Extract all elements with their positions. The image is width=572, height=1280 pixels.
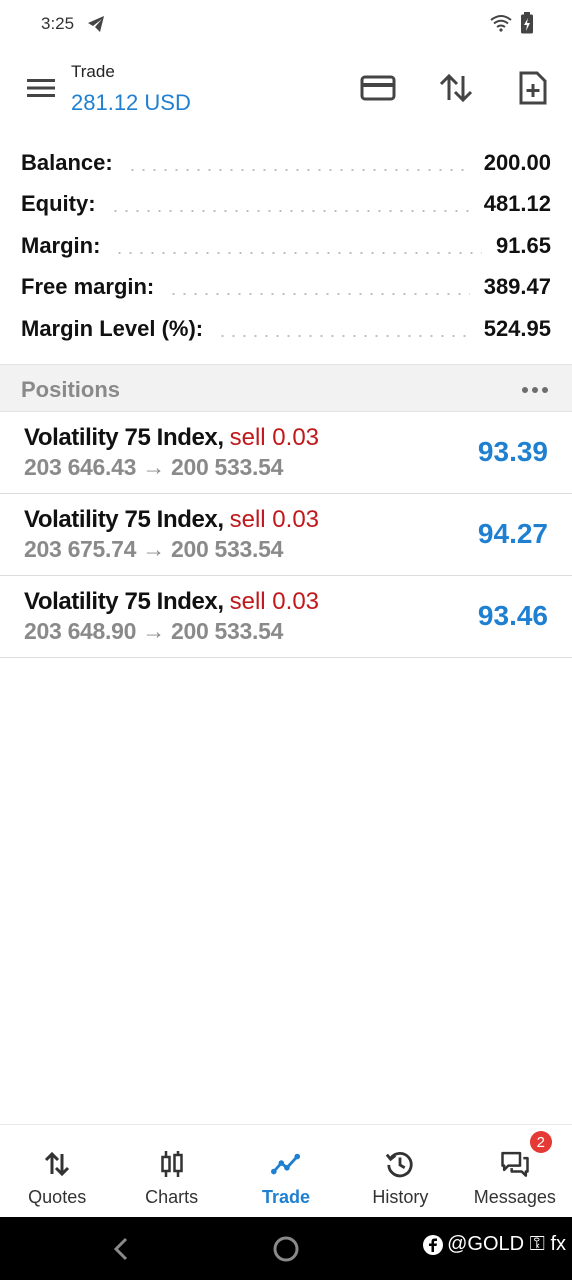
deposit-button[interactable] (358, 68, 398, 108)
header-balance: 281.12 USD (71, 90, 191, 115)
dotted-leader (114, 251, 482, 254)
app-header: Trade 281.12 USD (0, 48, 572, 136)
system-navigation-bar: @GOLD ⚿ fx (0, 1217, 572, 1280)
position-row[interactable]: Volatility 75 Index, sell 0.03 203 675.74… (0, 494, 572, 576)
positions-title: Positions (21, 377, 121, 402)
summary-row-margin-level: Margin Level (%): 524.95 (0, 308, 572, 350)
position-type: sell 0.03 (229, 506, 320, 533)
position-symbol: Volatility 75 Index, (24, 424, 224, 451)
telegram-icon (88, 16, 104, 32)
messages-badge: 2 (529, 1131, 552, 1153)
nav-item-messages[interactable]: 2 Messages (458, 1125, 572, 1217)
wifi-icon (490, 15, 512, 32)
messages-icon: 2 (500, 1131, 552, 1179)
summary-value: 91.65 (495, 232, 551, 258)
summary-label: Free margin: (21, 274, 155, 300)
account-summary: Balance: 200.00 Equity: 481.12 Margin: 9… (0, 142, 572, 350)
position-profit: 93.39 (477, 436, 548, 467)
nav-label: Messages (473, 1187, 556, 1207)
position-profit: 93.46 (477, 600, 548, 631)
home-icon[interactable] (272, 1235, 300, 1263)
card-icon (360, 75, 396, 101)
summary-label: Margin: (21, 232, 101, 258)
bottom-navigation: Quotes Charts Trade History 2 Messages (0, 1124, 572, 1217)
position-row[interactable]: Volatility 75 Index, sell 0.03 203 646.43… (0, 412, 572, 494)
position-title: Volatility 75 Index, sell 0.03 (24, 506, 319, 534)
dotted-leader (217, 334, 470, 337)
summary-label: Margin Level (%): (21, 315, 204, 341)
position-prices: 203 648.90 → 200 533.54 (24, 618, 284, 644)
summary-label: Balance: (21, 149, 113, 175)
position-row[interactable]: Volatility 75 Index, sell 0.03 203 648.90… (0, 576, 572, 658)
dotted-leader (168, 293, 470, 296)
trade-icon (271, 1149, 301, 1179)
sort-icon (439, 73, 473, 103)
position-symbol: Volatility 75 Index, (24, 506, 224, 533)
nav-label: Trade (262, 1187, 311, 1207)
summary-label: Equity: (21, 191, 96, 217)
summary-row-balance: Balance: 200.00 (0, 142, 572, 184)
nav-item-charts[interactable]: Charts (114, 1125, 228, 1217)
new-order-button[interactable] (513, 68, 553, 108)
menu-icon[interactable] (24, 74, 58, 102)
nav-item-quotes[interactable]: Quotes (0, 1125, 114, 1217)
position-profit: 94.27 (477, 518, 548, 549)
summary-row-margin: Margin: 91.65 (0, 225, 572, 267)
position-title: Volatility 75 Index, sell 0.03 (24, 588, 319, 616)
position-symbol: Volatility 75 Index, (24, 588, 224, 615)
facebook-icon (423, 1234, 444, 1255)
dotted-leader (109, 210, 470, 213)
status-bar: 3:25 (0, 0, 572, 48)
summary-value: 389.47 (483, 274, 551, 300)
new-order-icon (519, 71, 547, 105)
summary-row-equity: Equity: 481.12 (0, 184, 572, 226)
nav-item-history[interactable]: History (343, 1125, 457, 1217)
charts-icon (157, 1149, 187, 1179)
summary-row-free-margin: Free margin: 389.47 (0, 267, 572, 309)
position-type: sell 0.03 (229, 588, 320, 615)
history-icon (385, 1149, 415, 1179)
sort-button[interactable] (436, 68, 476, 108)
positions-header: Positions (0, 364, 572, 412)
more-options-icon[interactable] (522, 387, 548, 393)
nav-label: History (372, 1187, 429, 1207)
nav-item-trade[interactable]: Trade (229, 1125, 343, 1217)
summary-value: 524.95 (483, 315, 551, 341)
back-icon[interactable] (110, 1237, 132, 1261)
summary-value: 200.00 (483, 149, 551, 175)
position-title: Volatility 75 Index, sell 0.03 (24, 424, 319, 452)
watermark-text: @GOLD ⚿ fx (447, 1233, 566, 1255)
watermark: @GOLD ⚿ fx (423, 1233, 566, 1256)
battery-icon (521, 12, 533, 34)
position-prices: 203 646.43 → 200 533.54 (24, 454, 284, 480)
status-time: 3:25 (41, 14, 75, 33)
nav-label: Charts (145, 1187, 199, 1207)
positions-list: Volatility 75 Index, sell 0.03 203 646.43… (0, 412, 572, 658)
header-title: Trade (71, 62, 115, 81)
position-prices: 203 675.74 → 200 533.54 (24, 536, 284, 562)
nav-label: Quotes (28, 1187, 87, 1207)
dotted-leader (126, 168, 470, 171)
position-type: sell 0.03 (229, 424, 320, 451)
quotes-icon (42, 1149, 72, 1179)
status-icons (490, 12, 534, 34)
summary-value: 481.12 (483, 191, 551, 217)
